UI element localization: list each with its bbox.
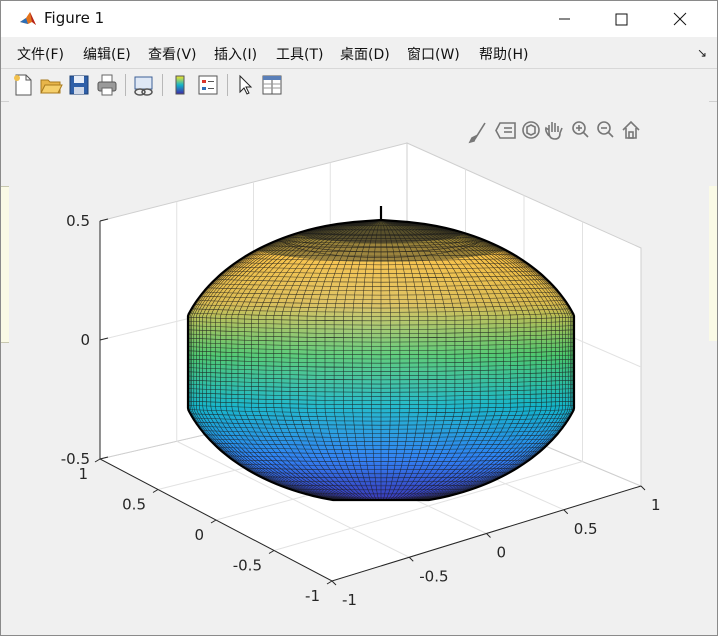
y-tick-label: 0 [497, 544, 507, 562]
home-icon[interactable] [622, 120, 640, 139]
y-tick-mark [563, 509, 569, 515]
rotate-3d-icon[interactable] [522, 121, 540, 139]
property-inspector-icon[interactable] [260, 73, 284, 97]
new-figure-icon[interactable] [11, 73, 35, 97]
x-tick-mark [210, 519, 217, 524]
x-tick-label: 0.5 [122, 496, 146, 514]
menu-edit[interactable]: 编辑(E) [83, 44, 131, 64]
close-button[interactable] [651, 1, 709, 37]
y-tick-label: 0.5 [574, 520, 598, 538]
brush-icon[interactable] [468, 122, 486, 144]
y-tick-mark [486, 533, 491, 538]
title-bar: Figure 1 [1, 1, 717, 37]
surface-plot[interactable]: 0.50-0.510.50-0.5-1 -1-0.500.51 [9, 101, 709, 627]
menu-desktop[interactable]: 桌面(D) [340, 44, 390, 64]
zoom-in-icon[interactable] [572, 121, 589, 138]
insert-colorbar-icon[interactable] [168, 73, 192, 97]
toolbar-separator [162, 74, 163, 96]
x-tick-mark [152, 489, 159, 493]
y-tick-label: -1 [342, 591, 357, 609]
figure-window: Figure 1 文件(F) 编辑(E) 查看(V) 插入(I) 工具(T) 桌… [0, 0, 718, 636]
x-tick-mark [268, 550, 275, 554]
minimize-button[interactable] [535, 1, 593, 37]
menu-window[interactable]: 窗口(W) [407, 44, 460, 64]
y-tick-mark [408, 556, 414, 562]
link-plot-icon[interactable] [132, 73, 156, 97]
x-tick-label: -0.5 [233, 557, 262, 575]
y-tick-label: 1 [651, 496, 661, 514]
zoom-out-icon[interactable] [597, 121, 614, 138]
insert-legend-icon[interactable] [196, 73, 220, 97]
z-tick-label: 0.5 [66, 212, 90, 230]
menu-insert[interactable]: 插入(I) [214, 44, 257, 64]
figure-canvas: 0.5 0 -0.5 1 0.5 0 -0.5 -1 -1 -0.5 0 0.5 1 [9, 101, 709, 627]
toolbar-separator [227, 74, 228, 96]
x-tick-label: 1 [78, 465, 88, 483]
x-tick-mark [326, 580, 333, 585]
toolbar-separator [125, 74, 126, 96]
edit-plot-icon[interactable] [233, 73, 257, 97]
data-tips-icon[interactable] [495, 122, 516, 139]
y-tick-mark [331, 580, 337, 586]
menu-view[interactable]: 查看(V) [148, 44, 197, 64]
menu-file[interactable]: 文件(F) [17, 44, 64, 64]
menu-help[interactable]: 帮助(H) [479, 44, 528, 64]
x-tick-mark [94, 458, 101, 463]
background-window-strip [709, 186, 717, 341]
save-icon[interactable] [67, 73, 91, 97]
maximize-button[interactable] [593, 1, 651, 37]
x-tick-label: 0 [194, 526, 204, 544]
open-file-icon[interactable] [39, 73, 63, 97]
menu-bar: 文件(F) 编辑(E) 查看(V) 插入(I) 工具(T) 桌面(D) 窗口(W… [1, 38, 717, 66]
z-tick-label: 0 [80, 331, 90, 349]
print-icon[interactable] [95, 73, 119, 97]
axes-toolbar [468, 120, 640, 144]
pan-icon[interactable] [545, 122, 563, 140]
figure-toolbar [1, 68, 717, 102]
menu-tools[interactable]: 工具(T) [276, 44, 323, 64]
y-tick-label: -0.5 [419, 567, 448, 585]
y-tick-mark [640, 485, 646, 491]
background-window-strip [1, 186, 9, 343]
window-title: Figure 1 [44, 9, 105, 27]
menu-overflow-icon[interactable]: ↘ [697, 46, 707, 60]
x-tick-label: -1 [305, 587, 320, 605]
matlab-logo-icon [19, 10, 37, 28]
